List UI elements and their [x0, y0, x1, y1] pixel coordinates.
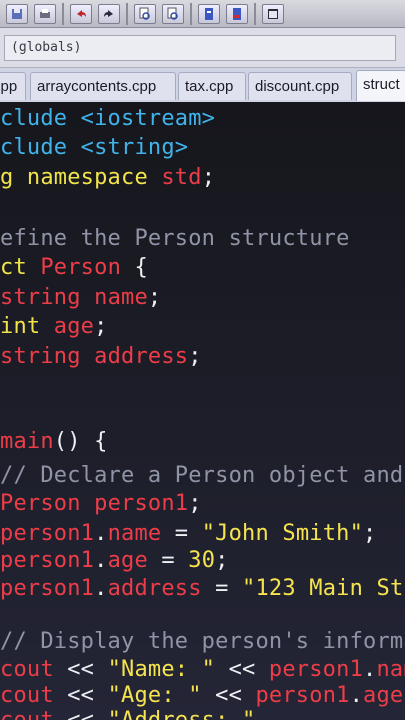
code-line: person1.age = 30;	[0, 548, 229, 573]
code-comment: // Declare a Person object and	[0, 463, 404, 488]
code-line: cout << "Address: "	[0, 708, 255, 720]
redo-icon[interactable]	[98, 3, 120, 24]
code-line: g namespace std;	[0, 165, 216, 190]
code-line: int age;	[0, 314, 108, 339]
file-tab-bar: cpp arraycontents.cpp tax.cpp discount.c…	[0, 68, 405, 103]
code-comment: // Display the person's informat	[0, 629, 405, 654]
code-line: string address;	[0, 344, 202, 369]
code-line: Person person1;	[0, 491, 202, 516]
code-editor[interactable]: clude <iostream> clude <string> g namesp…	[0, 102, 405, 720]
undo-icon[interactable]	[70, 3, 92, 24]
toolbar-separator	[190, 2, 192, 25]
code-comment: efine the Person structure	[0, 226, 350, 251]
tab-discount[interactable]: discount.cpp	[248, 72, 352, 100]
toolbar-separator	[62, 2, 64, 25]
save-icon[interactable]	[6, 3, 28, 24]
code-line: person1.name = "John Smith";	[0, 521, 377, 546]
print-icon[interactable]	[34, 3, 56, 24]
code-line: main() {	[0, 429, 108, 454]
toolbar-separator	[254, 2, 256, 25]
tab-tax[interactable]: tax.cpp	[178, 72, 246, 100]
find-next-icon[interactable]	[162, 3, 184, 24]
code-line: string name;	[0, 285, 162, 310]
scope-bar: (globals)	[0, 28, 405, 68]
toolbar-separator	[126, 2, 128, 25]
scope-dropdown[interactable]: (globals)	[4, 35, 396, 61]
code-line: clude <iostream>	[0, 106, 216, 131]
tab-cpp[interactable]: cpp	[0, 72, 26, 100]
tab-struct[interactable]: struct	[356, 70, 405, 101]
code-line: clude <string>	[0, 135, 189, 160]
code-line: cout << "Name: " << person1.name	[0, 657, 405, 682]
tab-arraycontents[interactable]: arraycontents.cpp	[30, 72, 176, 100]
bookmark-remove-icon[interactable]	[226, 3, 248, 24]
code-line: person1.address = "123 Main St,	[0, 576, 405, 601]
find-icon[interactable]	[134, 3, 156, 24]
window-icon[interactable]	[262, 3, 284, 24]
code-line: ct Person {	[0, 255, 148, 280]
toolbar	[0, 0, 405, 28]
code-line: cout << "Age: " << person1.age	[0, 683, 404, 708]
bookmark-icon[interactable]	[198, 3, 220, 24]
